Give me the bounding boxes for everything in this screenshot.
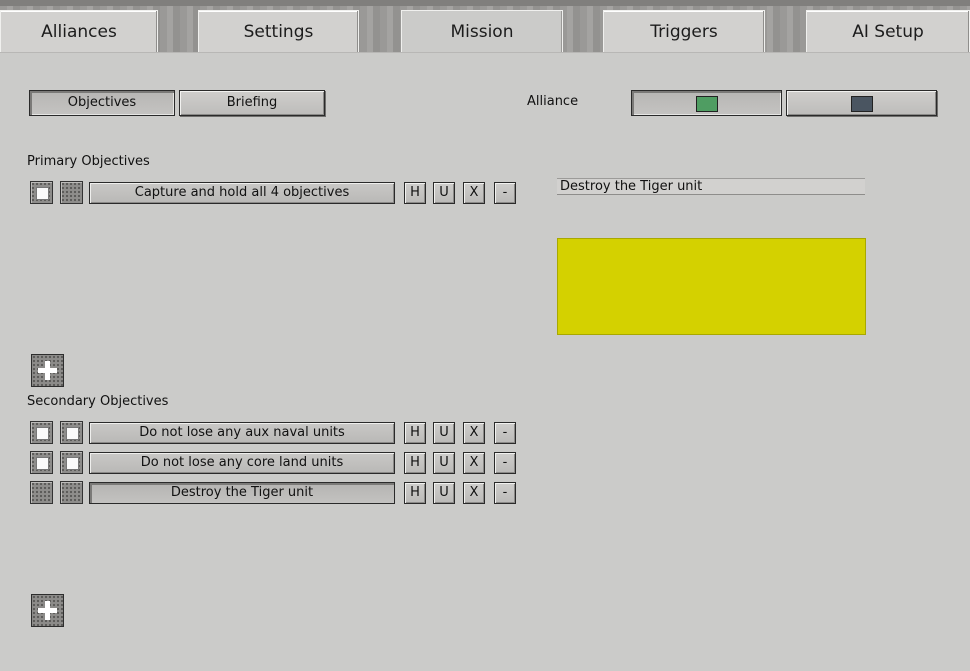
delete-button[interactable]: X	[463, 422, 485, 444]
tab-mission[interactable]: Mission	[401, 10, 563, 54]
minus-button[interactable]: -	[494, 182, 516, 204]
objective-enabled-checkbox[interactable]	[30, 421, 53, 444]
update-button[interactable]: U	[433, 452, 455, 474]
update-button[interactable]: U	[433, 182, 455, 204]
delete-button[interactable]: X	[463, 482, 485, 504]
alliance-option-2[interactable]	[786, 90, 937, 116]
objective-option-checkbox[interactable]	[60, 421, 83, 444]
checkbox-mark	[66, 427, 79, 440]
objective-name-button[interactable]: Destroy the Tiger unit	[89, 482, 395, 504]
alliance-option-1[interactable]	[631, 90, 782, 116]
mission-panel	[0, 52, 970, 671]
objective-name-input[interactable]: Destroy the Tiger unit	[557, 178, 865, 195]
objective-option-checkbox[interactable]	[60, 481, 83, 504]
add-primary-objective-button[interactable]	[31, 354, 64, 387]
objective-option-checkbox[interactable]	[60, 181, 83, 204]
objective-name-button[interactable]: Do not lose any aux naval units	[89, 422, 395, 444]
alliance-label: Alliance	[527, 94, 579, 109]
objective-enabled-checkbox[interactable]	[30, 451, 53, 474]
add-secondary-objective-button[interactable]	[31, 594, 64, 627]
update-button[interactable]: U	[433, 482, 455, 504]
primary-objectives-heading: Primary Objectives	[27, 154, 150, 169]
secondary-objectives-heading: Secondary Objectives	[27, 394, 169, 409]
delete-button[interactable]: X	[463, 452, 485, 474]
minus-button[interactable]: -	[494, 482, 516, 504]
hide-button[interactable]: H	[404, 452, 426, 474]
alliance-color-swatch	[696, 96, 718, 112]
checkbox-mark	[36, 427, 49, 440]
subtab-briefing[interactable]: Briefing	[179, 90, 325, 116]
objective-option-checkbox[interactable]	[60, 451, 83, 474]
hide-button[interactable]: H	[404, 482, 426, 504]
minus-button[interactable]: -	[494, 452, 516, 474]
alliance-color-swatch	[851, 96, 873, 112]
objective-enabled-checkbox[interactable]	[30, 481, 53, 504]
delete-button[interactable]: X	[463, 182, 485, 204]
objective-name-button[interactable]: Capture and hold all 4 objectives	[89, 182, 395, 204]
checkbox-mark	[36, 457, 49, 470]
checkbox-mark	[36, 187, 49, 200]
objective-enabled-checkbox[interactable]	[30, 181, 53, 204]
tab-settings[interactable]: Settings	[198, 10, 359, 52]
objective-color-picker[interactable]	[557, 238, 866, 335]
hide-button[interactable]: H	[404, 182, 426, 204]
hide-button[interactable]: H	[404, 422, 426, 444]
minus-button[interactable]: -	[494, 422, 516, 444]
tab-triggers[interactable]: Triggers	[603, 10, 765, 52]
objective-name-button[interactable]: Do not lose any core land units	[89, 452, 395, 474]
checkbox-mark	[66, 457, 79, 470]
update-button[interactable]: U	[433, 422, 455, 444]
subtab-objectives[interactable]: Objectives	[29, 90, 175, 116]
tab-alliances[interactable]: Alliances	[0, 10, 158, 52]
tab-ai-setup[interactable]: AI Setup	[806, 10, 970, 52]
